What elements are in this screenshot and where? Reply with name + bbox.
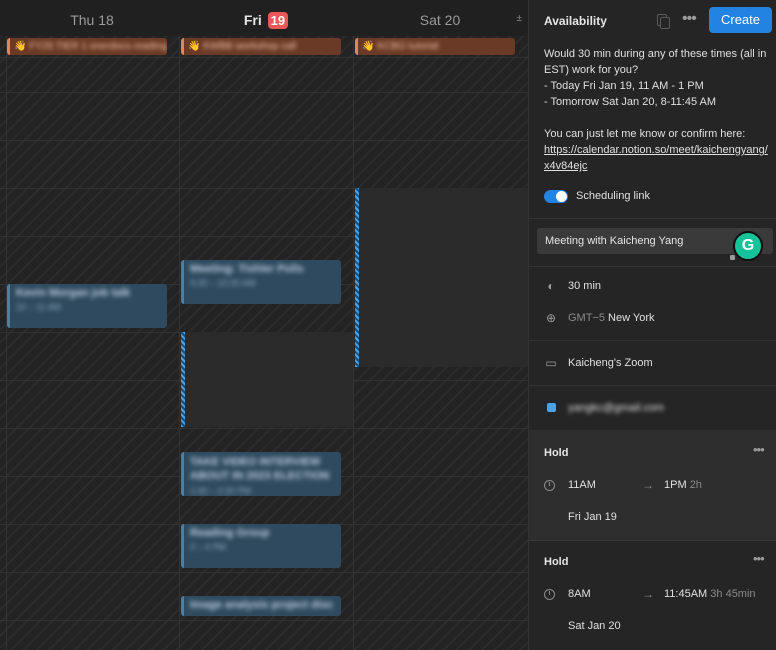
grammarly-icon[interactable]: G	[733, 231, 763, 261]
hold-start[interactable]: 11AM	[568, 479, 596, 491]
event-title: KWBB workshop call	[203, 41, 297, 52]
event-title: Reading Group	[190, 527, 270, 539]
day-header-fri[interactable]: Fri 19	[180, 0, 352, 36]
divider	[529, 218, 776, 219]
calendar-color-icon	[547, 403, 556, 412]
more-icon[interactable]: •••	[682, 10, 697, 28]
hold-date[interactable]: Sat Jan 20	[568, 620, 621, 632]
wave-emoji: 👋	[188, 41, 201, 52]
copy-icon[interactable]	[657, 14, 670, 29]
grid-divider	[0, 620, 528, 621]
calendar-event[interactable]: TAKE VIDEO INTERVIEW ABOUT IN 2023 ELECT…	[181, 452, 341, 496]
hold-date[interactable]: Fri Jan 19	[568, 511, 617, 523]
expand-icon[interactable]: ±	[517, 13, 523, 24]
hold-card[interactable]: Hold ••• 8AM → 11:45AM 3h 45min Sat Jan …	[529, 540, 776, 650]
create-button[interactable]: Create	[709, 7, 772, 33]
calendar-event[interactable]: Kevin Morgan job talk 10 – 11 AM	[7, 284, 167, 328]
divider	[529, 340, 776, 341]
event-title: KCBO tutorial	[377, 41, 439, 52]
hold-end[interactable]: 11:45AM 3h 45min	[664, 588, 756, 600]
event-time: 3 – 4 PM	[190, 542, 227, 552]
timezone-offset: GMT−5	[568, 312, 605, 324]
scheduling-link-toggle[interactable]	[544, 190, 568, 203]
day-label: Thu 18	[70, 12, 114, 28]
hold-title: Hold	[544, 556, 569, 568]
availability-panel: Availability ••• Create Would 30 min dur…	[528, 0, 776, 650]
allday-event[interactable]: 👋 KWBB workshop call	[181, 38, 341, 55]
grid-divider	[0, 428, 528, 429]
panel-title: Availability	[544, 14, 607, 28]
message-line: Would 30 min during any of these times (…	[544, 48, 767, 76]
message-line: You can just let me know or confirm here…	[544, 128, 746, 140]
calendar-view: Thu 18 Fri 19 Sat 20 ± 👋 FY25 TIER 1 one…	[0, 0, 528, 650]
message-line: - Tomorrow Sat Jan 20, 8-11:45 AM	[544, 96, 717, 108]
clock-icon	[544, 480, 555, 491]
more-icon[interactable]: •••	[753, 551, 765, 566]
hold-start[interactable]: 8AM	[568, 588, 591, 600]
hold-title: Hold	[544, 447, 569, 459]
duration-value[interactable]: 30 min	[568, 280, 601, 292]
scheduling-link-label: Scheduling link	[576, 190, 650, 202]
availability-marker	[181, 332, 185, 427]
event-title: Image analysis project disc	[190, 599, 334, 611]
allday-event[interactable]: 👋 FY25 TIER 1 onerdocs reading	[7, 38, 167, 55]
hold-end[interactable]: 1PM 2h	[664, 479, 702, 491]
timezone-field[interactable]: GMT−5 New York	[568, 312, 655, 324]
grid-divider	[0, 572, 528, 573]
grid-divider	[179, 36, 180, 650]
wave-emoji: 👋	[14, 41, 27, 52]
calendar-event[interactable]: Meeting: Tishler Polls 9:30 – 10:30 AM	[181, 260, 341, 304]
hold-length: 2h	[689, 479, 702, 491]
wave-emoji: 👋	[362, 41, 375, 52]
duration-icon: ◐	[547, 279, 555, 293]
divider	[529, 266, 776, 267]
grid-divider	[0, 57, 528, 58]
calendar-account[interactable]: yangkc@gmail.com	[568, 402, 664, 414]
calendar-event[interactable]: Image analysis project disc	[181, 596, 341, 616]
availability-message[interactable]: Would 30 min during any of these times (…	[544, 46, 770, 174]
timezone-city: New York	[608, 312, 655, 324]
day-header-thu[interactable]: Thu 18	[6, 0, 178, 36]
arrow-icon: →	[642, 587, 654, 601]
event-title: Kevin Morgan job talk	[16, 287, 131, 299]
message-line: - Today Fri Jan 19, 11 AM - 1 PM	[544, 80, 704, 92]
event-time: 1:30 – 2:30 PM	[190, 486, 252, 496]
event-time: 9:30 – 10:30 AM	[190, 278, 256, 288]
availability-block-sat[interactable]	[355, 188, 528, 367]
message-gap	[544, 110, 770, 126]
availability-block-fri[interactable]	[181, 332, 353, 427]
event-title: FY25 TIER 1 onerdocs reading	[29, 41, 167, 52]
event-title: TAKE VIDEO INTERVIEW ABOUT IN 2023 ELECT…	[190, 456, 330, 482]
event-title: Meeting: Tishler Polls	[190, 263, 304, 275]
grid-divider	[0, 92, 528, 93]
today-badge: 19	[267, 12, 289, 29]
hold-end-time: 11:45AM	[664, 588, 708, 600]
grammarly-handle-icon[interactable]	[730, 255, 735, 260]
arrow-icon: →	[642, 478, 654, 492]
grid-divider	[6, 36, 7, 650]
calendar-event[interactable]: Reading Group 3 – 4 PM	[181, 524, 341, 568]
grid-divider	[353, 36, 354, 650]
divider	[529, 385, 776, 386]
availability-marker	[355, 188, 359, 367]
globe-icon: ⊕	[545, 311, 557, 325]
day-header-sat[interactable]: Sat 20	[354, 0, 526, 36]
hold-card[interactable]: Hold ••• 11AM → 1PM 2h Fri Jan 19	[529, 430, 776, 540]
day-label: Sat 20	[419, 12, 461, 28]
video-icon: ▭	[545, 356, 557, 370]
event-time: 10 – 11 AM	[16, 302, 61, 312]
calendar-header: Thu 18 Fri 19 Sat 20 ±	[0, 0, 528, 36]
allday-event[interactable]: 👋 KCBO tutorial	[355, 38, 515, 55]
clock-icon	[544, 589, 555, 600]
day-label: Fri	[243, 12, 262, 28]
hold-length: 3h 45min	[710, 588, 756, 600]
hold-end-time: 1PM	[664, 479, 687, 491]
scheduling-url-link[interactable]: https://calendar.notion.so/meet/kaicheng…	[544, 144, 768, 172]
grid-divider	[0, 140, 528, 141]
conference-field[interactable]: Kaicheng's Zoom	[568, 357, 653, 369]
more-icon[interactable]: •••	[753, 442, 765, 457]
